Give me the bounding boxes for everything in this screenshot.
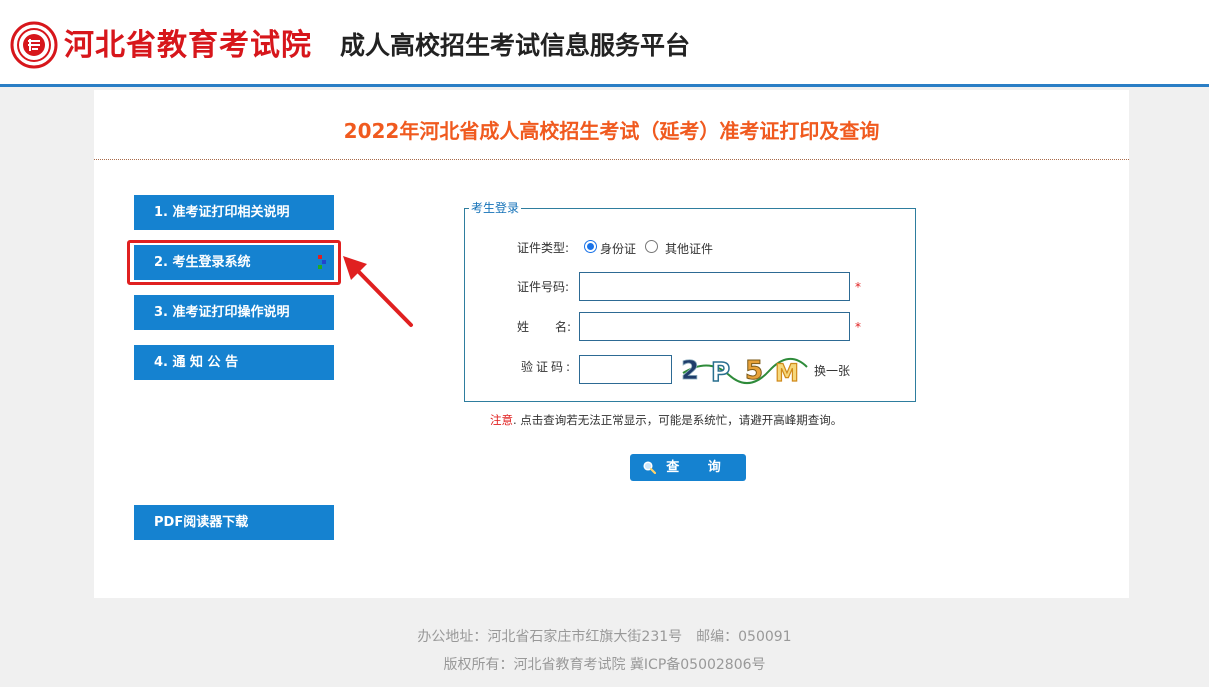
captcha-input[interactable]: [579, 355, 672, 384]
svg-text:P: P: [711, 358, 730, 387]
page-title: 2022年河北省成人高校招生考试（延考）准考证打印及查询: [343, 119, 880, 143]
id-type-option-other[interactable]: 其他证件: [665, 241, 713, 257]
query-button[interactable]: 查 询: [630, 454, 746, 481]
org-name: 河北省教育考试院: [64, 28, 312, 63]
menu-item-print-operation-instructions[interactable]: 3. 准考证打印操作说明: [134, 295, 334, 330]
menu-item-admit-card-instructions[interactable]: 1. 准考证打印相关说明: [134, 195, 334, 230]
id-type-option-idcard[interactable]: 身份证: [600, 241, 636, 257]
id-type-radio-idcard[interactable]: [584, 240, 597, 253]
required-mark: *: [855, 280, 861, 294]
svg-text:5: 5: [745, 356, 763, 386]
name-input[interactable]: [579, 312, 850, 341]
id-type-label: 证件类型:: [517, 241, 570, 255]
footer-copyright: 版权所有：河北省教育考试院 冀ICP备05002806号: [443, 657, 766, 673]
notice-body: . 点击查询若无法正常显示，可能是系统忙，请避开高峰期查询。: [513, 413, 843, 427]
main-card: 2022年河北省成人高校招生考试（延考）准考证打印及查询 1. 准考证打印相关说…: [94, 90, 1129, 598]
svg-text:2: 2: [681, 356, 699, 386]
refresh-captcha-link[interactable]: 换一张: [814, 363, 850, 379]
platform-name: 成人高校招生考试信息服务平台: [340, 31, 691, 60]
name-label: 姓名:: [517, 320, 572, 334]
menu-item-notices[interactable]: 4. 通 知 公 告: [134, 345, 334, 380]
notice-highlight: 注意: [490, 413, 513, 427]
selection-highlight-box: [127, 240, 341, 285]
id-type-radio-other[interactable]: [645, 240, 658, 253]
captcha-label: 验证码:: [521, 360, 574, 374]
notice-text: 注意. 点击查询若无法正常显示，可能是系统忙，请避开高峰期查询。: [490, 412, 842, 428]
footer-address: 办公地址：河北省石家庄市红旗大街231号 邮编：050091: [417, 629, 792, 645]
query-button-label: 查 询: [666, 460, 733, 475]
id-number-input[interactable]: [579, 272, 850, 301]
svg-text:M: M: [775, 359, 799, 387]
login-legend: 考生登录: [469, 200, 522, 216]
red-arrow-icon: [343, 256, 413, 327]
captcha-image[interactable]: 2 P 5 M: [679, 349, 809, 387]
login-panel: 考生登录 证件类型: 身份证 其他证件 证件号码: * 姓名: * 验证码: 2…: [464, 200, 916, 402]
pdf-reader-download-button[interactable]: PDF阅读器下载: [134, 505, 334, 540]
search-icon: [643, 461, 657, 474]
id-number-label: 证件号码:: [517, 280, 570, 294]
required-mark: *: [855, 320, 861, 334]
site-header: 河北省教育考试院 成人高校招生考试信息服务平台: [0, 0, 1209, 87]
title-divider: [94, 159, 1129, 160]
exam-institute-logo: [10, 21, 58, 69]
